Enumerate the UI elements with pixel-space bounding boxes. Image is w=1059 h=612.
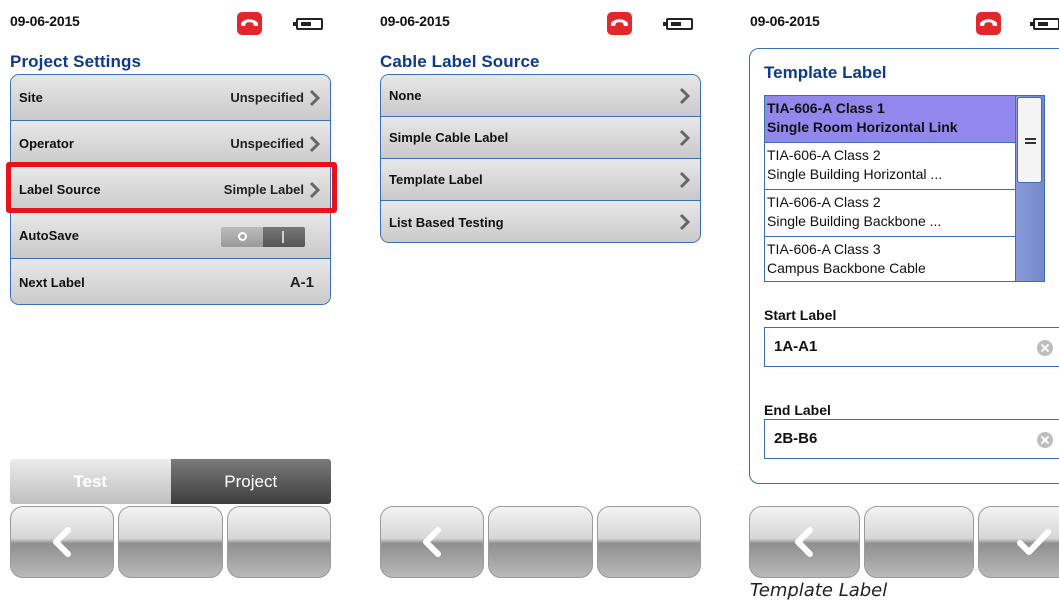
date: 09-06-2015 bbox=[380, 13, 450, 29]
scrollbar-thumb[interactable] bbox=[1017, 97, 1042, 183]
date: 09-06-2015 bbox=[10, 13, 80, 29]
template-name: TIA-606-A Class 2 bbox=[767, 147, 881, 163]
softkey-2[interactable] bbox=[118, 506, 223, 578]
softkey-bar bbox=[10, 506, 331, 578]
softkey-3[interactable] bbox=[596, 506, 701, 578]
battery-icon bbox=[1030, 18, 1059, 30]
start-label-caption: Start Label bbox=[764, 307, 837, 323]
back-arrow-icon bbox=[795, 527, 814, 557]
back-button[interactable] bbox=[10, 506, 115, 578]
back-arrow-icon bbox=[423, 527, 442, 557]
end-label-value: 2B-B6 bbox=[774, 430, 818, 447]
template-description: Campus Backbone Cable bbox=[767, 260, 926, 276]
option-label: List Based Testing bbox=[389, 214, 504, 230]
row-value: Unspecified bbox=[230, 136, 304, 151]
softkey-bar bbox=[380, 506, 701, 578]
template-description: Single Room Horizontal Link bbox=[767, 119, 958, 135]
option-simple-cable-label[interactable]: Simple Cable Label bbox=[381, 117, 700, 159]
phone-hangup-icon bbox=[607, 12, 632, 35]
tab-project[interactable]: Project bbox=[170, 459, 331, 504]
row-value: Unspecified bbox=[230, 90, 304, 105]
list-scrollbar[interactable] bbox=[1015, 96, 1044, 281]
toggle-on-segment bbox=[263, 227, 305, 247]
row-label: Next Label bbox=[19, 274, 85, 290]
status-bar: 09-06-2015 bbox=[0, 0, 340, 44]
tab-test[interactable]: Test bbox=[10, 459, 171, 504]
phone-hangup-icon bbox=[237, 12, 262, 35]
option-list-based-testing[interactable]: List Based Testing bbox=[381, 201, 700, 242]
clear-field-icon[interactable] bbox=[1037, 340, 1053, 356]
page-title: Project Settings bbox=[10, 52, 142, 71]
toggle-off-segment bbox=[221, 227, 263, 247]
phone-hangup-icon bbox=[976, 12, 1001, 35]
checkmark-icon bbox=[1016, 529, 1051, 555]
tab-bar: Test Project bbox=[10, 459, 331, 504]
end-label-caption: End Label bbox=[764, 402, 831, 418]
chevron-right-icon bbox=[309, 89, 321, 106]
template-name: TIA-606-A Class 2 bbox=[767, 194, 881, 210]
softkey-bar bbox=[749, 506, 1059, 578]
option-label: None bbox=[389, 88, 422, 103]
row-value: A-1 bbox=[289, 273, 314, 291]
highlight-box bbox=[6, 162, 337, 213]
template-item[interactable]: TIA-606-A Class 2 Single Building Backbo… bbox=[765, 190, 1015, 237]
dialog-title: Template Label bbox=[764, 63, 887, 82]
label-source-list: None Simple Cable Label Template Label L… bbox=[380, 74, 701, 243]
row-label: Site bbox=[19, 90, 43, 105]
softkey-3[interactable] bbox=[226, 506, 331, 578]
template-description: Single Building Horizontal ... bbox=[767, 166, 943, 182]
end-label-field[interactable]: 2B-B6 bbox=[764, 419, 1059, 459]
softkey-2[interactable] bbox=[863, 506, 975, 578]
template-name: TIA-606-A Class 1 bbox=[767, 100, 885, 116]
template-list: TIA-606-A Class 1 Single Room Horizontal… bbox=[764, 95, 1045, 282]
back-button[interactable] bbox=[380, 506, 485, 578]
status-bar: 09-06-2015 bbox=[740, 0, 1059, 44]
row-label: Operator bbox=[19, 136, 74, 151]
template-label-screen: 09-06-2015 Template Label TIA-606-A Clas… bbox=[740, 0, 1059, 578]
option-template-label[interactable]: Template Label bbox=[381, 159, 700, 201]
figure-caption: Template Label bbox=[750, 580, 888, 601]
status-bar: 09-06-2015 bbox=[370, 0, 710, 44]
back-arrow-icon bbox=[53, 527, 72, 557]
chevron-right-icon bbox=[679, 129, 691, 146]
template-item[interactable]: TIA-606-A Class 3 Campus Backbone Cable bbox=[765, 237, 1015, 281]
template-item[interactable]: TIA-606-A Class 2 Single Building Horizo… bbox=[765, 143, 1015, 190]
start-label-field[interactable]: 1A-A1 bbox=[764, 327, 1059, 367]
option-label: Simple Cable Label bbox=[389, 130, 509, 145]
settings-row-operator[interactable]: Operator Unspecified bbox=[11, 121, 330, 167]
chevron-right-icon bbox=[679, 171, 691, 188]
page-title: Cable Label Source bbox=[380, 52, 540, 71]
settings-row-site[interactable]: Site Unspecified bbox=[11, 75, 330, 121]
chevron-right-icon bbox=[309, 135, 321, 152]
clear-field-icon[interactable] bbox=[1037, 432, 1053, 448]
back-button[interactable] bbox=[749, 506, 860, 578]
template-description: Single Building Backbone ... bbox=[767, 213, 942, 229]
battery-icon bbox=[293, 18, 323, 30]
chevron-right-icon bbox=[679, 213, 691, 231]
project-settings-screen: 09-06-2015 Project Settings Site Unspeci… bbox=[0, 0, 340, 578]
template-label-dialog: Template Label TIA-606-A Class 1 Single … bbox=[749, 48, 1059, 484]
date: 09-06-2015 bbox=[750, 13, 820, 29]
start-label-value: 1A-A1 bbox=[774, 338, 818, 355]
template-name: TIA-606-A Class 3 bbox=[767, 241, 881, 257]
softkey-2[interactable] bbox=[488, 506, 593, 578]
option-none[interactable]: None bbox=[381, 75, 700, 117]
settings-row-next-label[interactable]: Next Label A-1 bbox=[11, 259, 330, 304]
row-label: AutoSave bbox=[19, 228, 79, 243]
template-item[interactable]: TIA-606-A Class 1 Single Room Horizontal… bbox=[765, 96, 1015, 143]
autosave-toggle[interactable] bbox=[221, 227, 305, 247]
cable-label-source-screen: 09-06-2015 Cable Label Source None Simpl… bbox=[370, 0, 710, 578]
option-label: Template Label bbox=[389, 172, 483, 187]
battery-icon bbox=[663, 18, 693, 30]
chevron-right-icon bbox=[679, 87, 691, 104]
settings-row-autosave: AutoSave bbox=[11, 213, 330, 259]
confirm-button[interactable] bbox=[978, 506, 1059, 578]
